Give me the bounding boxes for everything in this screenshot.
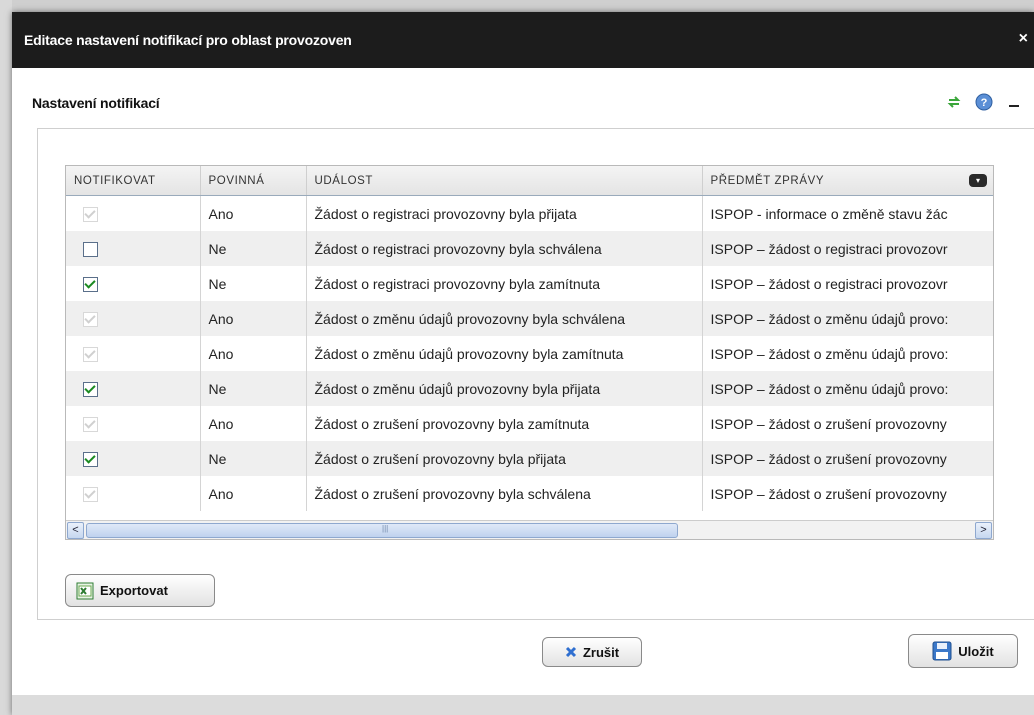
settings-panel: NOTIFIKOVAT POVINNÁ UDÁLOST PŘEDMĚT ZPRÁ… [37,128,1034,620]
subject-cell: ISPOP – žádost o zrušení provozovny [702,406,993,441]
event-cell: Žádost o registraci provozovny byla přij… [306,195,703,231]
table-header-row: NOTIFIKOVAT POVINNÁ UDÁLOST PŘEDMĚT ZPRÁ… [66,166,993,196]
column-header-notify[interactable]: NOTIFIKOVAT [66,166,201,196]
help-icon[interactable]: ? [974,92,994,112]
horizontal-scrollbar[interactable]: < ||| > [66,520,993,539]
subject-cell: ISPOP – žádost o zrušení provozovny [702,476,993,511]
table-row[interactable]: Ne Žádost o registraci provozovny byla sc… [66,231,993,266]
notify-checkbox[interactable] [83,381,98,397]
export-label: Exportovat [100,583,168,598]
notify-cell [66,441,201,476]
event-cell: Žádost o zrušení provozovny byla schvále… [306,476,703,511]
notify-checkbox [83,486,98,502]
scrollbar-grip: ||| [382,524,389,533]
table-row[interactable]: Ano Žádost o změnu údajů provozovny byla … [66,336,993,371]
dialog-footer [12,695,1034,715]
event-cell: Žádost o registraci provozovny byla zamí… [306,266,703,301]
subject-cell: ISPOP – žádost o registraci provozovr [702,266,993,301]
notify-cell [66,406,201,441]
event-cell: Žádost o zrušení provozovny byla zamítnu… [306,406,703,441]
minimize-icon[interactable] [1004,92,1024,112]
required-cell: Ano [200,476,307,511]
column-header-subject[interactable]: PŘEDMĚT ZPRÁVY [702,166,993,196]
dialog-titlebar: Editace nastavení notifikací pro oblast … [12,12,1034,68]
notification-settings-dialog: Editace nastavení notifikací pro oblast … [12,12,1034,715]
notify-cell [66,301,201,336]
notify-checkbox[interactable] [83,451,98,467]
export-button[interactable]: Exportovat [65,574,215,607]
subject-cell: ISPOP – žádost o změnu údajů provo: [702,371,993,406]
cancel-label: Zrušit [582,644,620,660]
floppy-disk-icon [932,641,952,661]
notify-checkbox [83,311,98,327]
notify-cell [66,195,201,231]
refresh-icon[interactable] [944,92,964,112]
required-cell: Ano [200,336,307,371]
required-cell: Ano [200,406,307,441]
required-cell: Ne [200,231,307,266]
notify-cell [66,371,201,406]
notify-checkbox [83,206,98,222]
section-header: Nastavení notifikací ? [12,68,1034,128]
notify-checkbox[interactable] [83,276,98,292]
background-window-edge [0,0,12,715]
table-row[interactable]: Ano Žádost o zrušení provozovny byla zamí… [66,406,993,441]
table-body: Ano Žádost o registraci provozovny byla p… [66,195,993,511]
event-cell: Žádost o registraci provozovny byla schv… [306,231,703,266]
table-row[interactable]: Ano Žádost o změnu údajů provozovny byla … [66,301,993,336]
event-cell: Žádost o zrušení provozovny byla přijata [306,441,703,476]
cancel-button[interactable]: Zrušit [542,637,642,667]
table-row[interactable]: Ne Žádost o zrušení provozovny byla přija… [66,441,993,476]
excel-icon [76,582,94,599]
subject-cell: ISPOP – žádost o změnu údajů provo: [702,301,993,336]
scroll-left-icon[interactable]: < [67,522,84,539]
close-icon[interactable]: × [1019,30,1028,48]
table-row[interactable]: Ano Žádost o registraci provozovny byla p… [66,195,993,231]
background-window [0,0,1034,12]
subject-cell: ISPOP – žádost o zrušení provozovny [702,441,993,476]
section-toolbar: ? [944,92,1024,112]
save-label: Uložit [958,643,994,659]
notify-cell [66,231,201,266]
subject-cell: ISPOP - informace o změně stavu žác [702,195,993,231]
event-cell: Žádost o změnu údajů provozovny byla při… [306,371,703,406]
table-row[interactable]: Ne Žádost o změnu údajů provozovny byla p… [66,371,993,406]
required-cell: Ano [200,195,307,231]
subject-cell: ISPOP – žádost o registraci provozovr [702,231,993,266]
notify-checkbox[interactable] [83,241,98,257]
column-header-required[interactable]: POVINNÁ [200,166,307,196]
notification-grid: NOTIFIKOVAT POVINNÁ UDÁLOST PŘEDMĚT ZPRÁ… [65,165,994,540]
required-cell: Ne [200,441,307,476]
notify-cell [66,476,201,511]
cancel-icon [565,646,576,658]
column-menu-icon[interactable]: ▾ [969,174,987,187]
required-cell: Ano [200,301,307,336]
required-cell: Ne [200,266,307,301]
event-cell: Žádost o změnu údajů provozovny byla sch… [306,301,703,336]
notification-table: NOTIFIKOVAT POVINNÁ UDÁLOST PŘEDMĚT ZPRÁ… [66,166,993,511]
table-row[interactable]: Ne Žádost o registraci provozovny byla za… [66,266,993,301]
scrollbar-thumb[interactable]: ||| [86,523,678,538]
dialog-title: Editace nastavení notifikací pro oblast … [24,32,352,48]
scroll-right-icon[interactable]: > [975,522,992,539]
section-title: Nastavení notifikací [32,95,160,111]
required-cell: Ne [200,371,307,406]
notify-cell [66,336,201,371]
table-row[interactable]: Ano Žádost o zrušení provozovny byla schv… [66,476,993,511]
notify-checkbox [83,416,98,432]
svg-text:?: ? [981,97,988,109]
save-button[interactable]: Uložit [908,634,1018,668]
notify-checkbox [83,346,98,362]
notify-cell [66,266,201,301]
column-header-subject-label: PŘEDMĚT ZPRÁVY [710,174,825,187]
subject-cell: ISPOP – žádost o změnu údajů provo: [702,336,993,371]
event-cell: Žádost o změnu údajů provozovny byla zam… [306,336,703,371]
column-header-event[interactable]: UDÁLOST [306,166,703,196]
